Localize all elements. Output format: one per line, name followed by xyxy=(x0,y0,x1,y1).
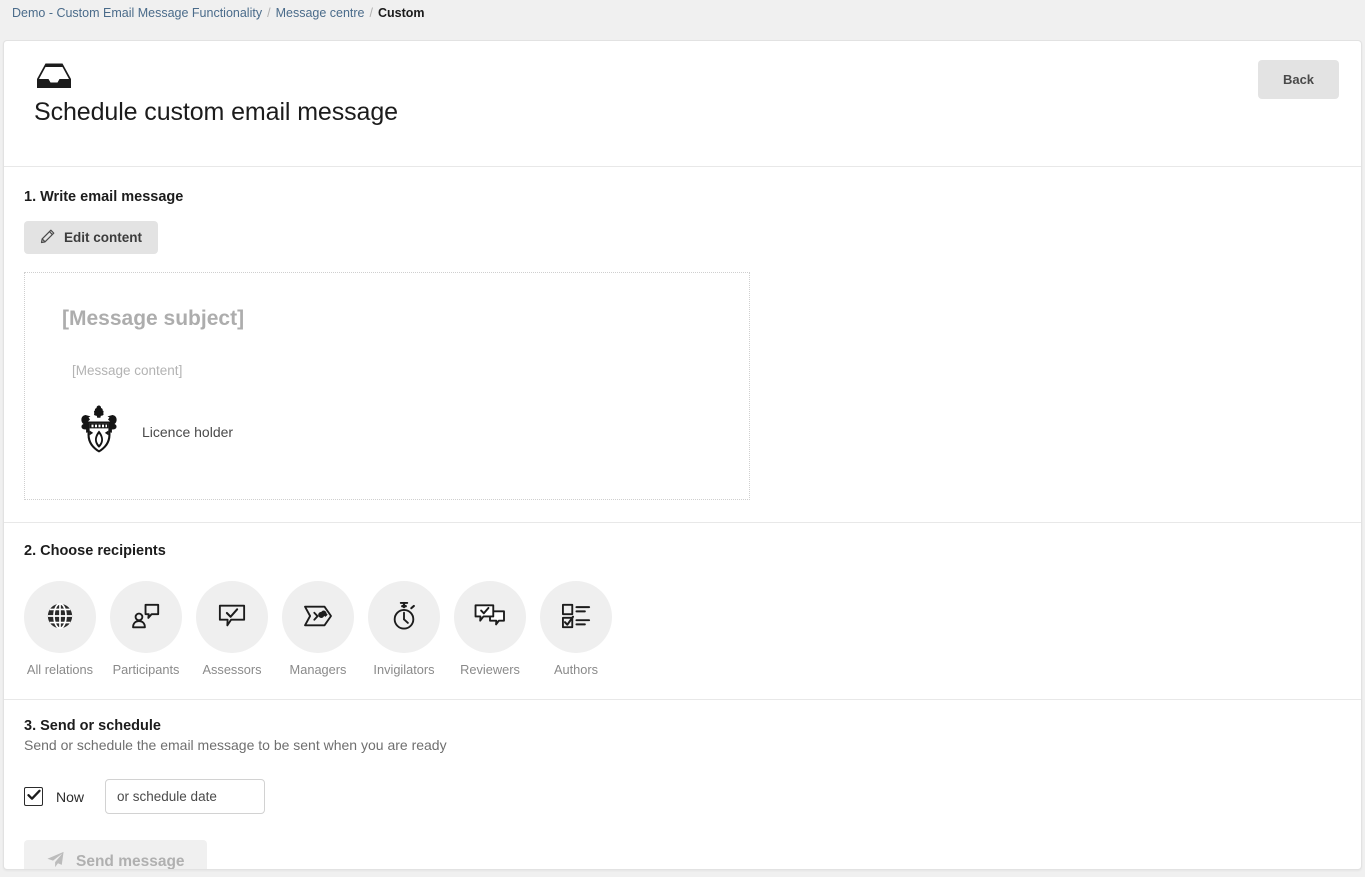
recipient-label: Reviewers xyxy=(460,662,520,677)
paper-plane-icon xyxy=(46,850,65,869)
step-1-write-email-message: 1. Write email message Edit content [Mes… xyxy=(4,167,1361,522)
main-card: Schedule custom email message Back 1. Wr… xyxy=(3,40,1362,870)
checklist-icon xyxy=(560,602,592,633)
breadcrumb-separator: / xyxy=(369,6,373,20)
recipient-invigilators[interactable]: Invigilators xyxy=(368,581,440,677)
coat-of-arms-icon xyxy=(76,404,122,459)
edit-content-button[interactable]: Edit content xyxy=(24,221,158,254)
banner-wrench-icon xyxy=(302,603,334,632)
signature-label: Licence holder xyxy=(142,423,234,440)
step-1-title: 1. Write email message xyxy=(24,189,184,205)
edit-content-label: Edit content xyxy=(64,230,142,245)
preview-content: [Message content] xyxy=(72,363,183,378)
inbox-icon xyxy=(33,61,1341,96)
step-3-subtitle: Send or schedule the email message to be… xyxy=(24,737,447,753)
recipient-icon-wrapper xyxy=(24,581,96,653)
recipient-all-relations[interactable]: All relations xyxy=(24,581,96,677)
recipient-icon-wrapper xyxy=(454,581,526,653)
recipient-assessors[interactable]: Assessors xyxy=(196,581,268,677)
recipient-label: All relations xyxy=(26,662,94,677)
breadcrumb: Demo - Custom Email Message Functionalit… xyxy=(0,0,1365,38)
recipient-icon-wrapper xyxy=(282,581,354,653)
recipient-icon-wrapper xyxy=(196,581,268,653)
recipient-label: Assessors xyxy=(202,662,262,677)
send-message-label: Send message xyxy=(76,853,185,870)
step-2-title: 2. Choose recipients xyxy=(24,543,166,559)
recipient-label: Participants xyxy=(112,662,180,677)
card-header: Schedule custom email message Back xyxy=(4,41,1361,166)
step-3-send-or-schedule: 3. Send or schedule Send or schedule the… xyxy=(4,700,1361,870)
recipient-label: Invigilators xyxy=(373,662,435,677)
send-message-button[interactable]: Send message xyxy=(24,840,207,870)
person-speech-bubble-icon xyxy=(130,601,162,634)
preview-signature: Licence holder xyxy=(76,404,719,459)
pencil-icon xyxy=(40,229,55,247)
breadcrumb-item-message-centre[interactable]: Message centre xyxy=(276,6,365,20)
back-button[interactable]: Back xyxy=(1258,60,1339,99)
recipient-icon-wrapper xyxy=(368,581,440,653)
email-preview: [Message subject] [Message content] Lice… xyxy=(24,272,750,500)
page-title: Schedule custom email message xyxy=(34,98,398,126)
now-checkbox[interactable] xyxy=(24,787,43,806)
recipient-icon-wrapper xyxy=(540,581,612,653)
double-speech-bubble-check-icon xyxy=(473,602,507,633)
step-3-title: 3. Send or schedule xyxy=(24,718,161,734)
schedule-date-input[interactable] xyxy=(105,779,266,814)
recipient-participants[interactable]: Participants xyxy=(110,581,182,677)
recipient-managers[interactable]: Managers xyxy=(282,581,354,677)
recipient-label: Authors xyxy=(553,662,599,677)
recipient-reviewers[interactable]: Reviewers xyxy=(454,581,526,677)
globe-icon xyxy=(45,601,75,634)
recipient-icon-wrapper xyxy=(110,581,182,653)
preview-subject: [Message subject] xyxy=(62,307,245,330)
breadcrumb-item-custom: Custom xyxy=(378,6,425,20)
schedule-row: Now xyxy=(24,779,1341,814)
recipients-list: All relations Participants Assessors Man… xyxy=(24,581,1341,677)
step-2-choose-recipients: 2. Choose recipients All relations Parti… xyxy=(4,523,1361,699)
breadcrumb-item-demo[interactable]: Demo - Custom Email Message Functionalit… xyxy=(12,6,262,20)
breadcrumb-separator: / xyxy=(267,6,271,20)
stopwatch-icon xyxy=(390,600,418,635)
now-label[interactable]: Now xyxy=(56,789,84,805)
recipient-authors[interactable]: Authors xyxy=(540,581,612,677)
speech-bubble-check-icon xyxy=(216,602,248,633)
recipient-label: Managers xyxy=(289,662,347,677)
checkmark-icon xyxy=(26,788,41,806)
